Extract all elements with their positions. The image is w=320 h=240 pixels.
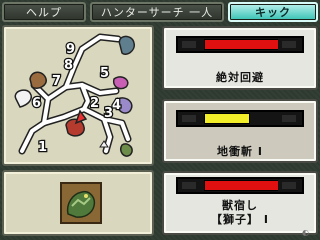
area-label-4: 4 xyxy=(112,98,121,113)
skill-card-2[interactable]: 地衝斬 I xyxy=(162,99,318,163)
area-4-blob xyxy=(112,76,129,90)
map-graphic: 1 2 3 4 5 6 7 8 9 xyxy=(14,33,135,157)
area-2-blob xyxy=(65,118,85,137)
skill-name-1: 絶対回避 xyxy=(216,71,264,84)
skill-card-3[interactable]: 獣宿し 【獅子】 I xyxy=(162,171,318,235)
tab-help[interactable]: ヘルプ xyxy=(2,2,86,22)
skill-gauge-2 xyxy=(176,110,304,127)
skill-gauge-3 xyxy=(176,177,304,194)
skill-name-3-line2: 【獅子】 I xyxy=(211,213,269,226)
skill-gauge-1 xyxy=(176,36,304,53)
gauge-fill-2 xyxy=(204,113,250,124)
tab-hunter-search[interactable]: ハンターサーチ 一人 xyxy=(90,2,224,22)
area-label-7: 7 xyxy=(52,74,61,89)
area-label-2: 2 xyxy=(90,96,99,111)
area-map[interactable]: 1 2 3 4 5 6 7 8 9 xyxy=(2,25,154,166)
skill-name-3-line1: 獣宿し xyxy=(222,199,258,212)
area-7-blob xyxy=(29,71,47,90)
monster-icon xyxy=(60,182,102,224)
skill-name-2: 地衝斬 I xyxy=(217,145,263,158)
skill-name-3: 獣宿し 【獅子】 I xyxy=(172,199,308,227)
area-label-8: 8 xyxy=(64,58,73,73)
area-1-blob xyxy=(119,143,133,157)
gauge-fill-3 xyxy=(204,180,280,191)
area-label-5: 5 xyxy=(100,66,109,81)
tab-kick[interactable]: キック xyxy=(228,2,318,22)
monster-icon-panel xyxy=(2,170,154,236)
gauge-fill-1 xyxy=(204,39,280,50)
area-10-blob xyxy=(118,35,135,55)
area-label-6: 6 xyxy=(32,96,41,111)
area-6-blob xyxy=(14,89,32,108)
area-label-9: 9 xyxy=(66,42,75,57)
corner-logo-icon: ◐ xyxy=(302,228,309,237)
skill-card-1[interactable]: 絶対回避 xyxy=(162,26,318,90)
area-label-1: 1 xyxy=(38,140,47,155)
